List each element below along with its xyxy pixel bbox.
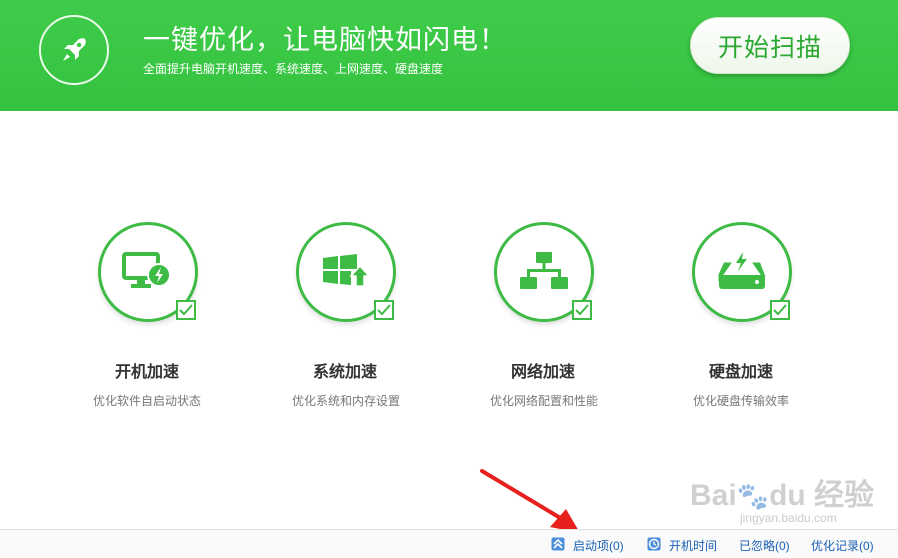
feature-title: 网络加速 bbox=[511, 364, 576, 381]
ignored-link[interactable]: 已忽略(0) bbox=[739, 537, 790, 554]
feature-desc: 优化系统和内存设置 bbox=[292, 394, 401, 408]
check-icon bbox=[179, 304, 193, 316]
optimize-history-link[interactable]: 优化记录(0) bbox=[811, 537, 874, 554]
feature-title: 系统加速 bbox=[313, 364, 378, 381]
feature-title: 开机加速 bbox=[115, 364, 180, 381]
boot-time-link[interactable]: 开机时间 bbox=[669, 537, 717, 554]
checkbox-checked[interactable] bbox=[572, 300, 592, 320]
feature-title: 硬盘加速 bbox=[709, 364, 774, 381]
feature-desc: 优化硬盘传输效率 bbox=[693, 394, 790, 408]
startup-items-link[interactable]: 启动项(0) bbox=[573, 537, 624, 554]
harddisk-bolt-icon bbox=[718, 252, 766, 289]
checkbox-checked[interactable] bbox=[374, 300, 394, 320]
headline: 一键优化，让电脑快如闪电！ bbox=[143, 25, 507, 55]
feature-desc: 优化网络配置和性能 bbox=[490, 394, 599, 408]
top-banner: 一键优化，让电脑快如闪电！ 全面提升电脑开机速度、系统速度、上网速度、硬盘速度 … bbox=[0, 0, 898, 111]
logo-circle bbox=[39, 15, 109, 85]
watermark-logo: Bai🐾du 经验 bbox=[690, 479, 875, 512]
check-icon bbox=[575, 304, 589, 316]
monitor-bolt-icon bbox=[122, 252, 171, 288]
feature-desc: 优化软件自启动状态 bbox=[93, 394, 202, 408]
checkbox-checked[interactable] bbox=[176, 300, 196, 320]
startup-icon bbox=[551, 537, 565, 551]
start-scan-button[interactable]: 开始扫描 bbox=[690, 17, 850, 74]
subheadline: 全面提升电脑开机速度、系统速度、上网速度、硬盘速度 bbox=[143, 62, 444, 76]
watermark-url: jingyan.baidu.com bbox=[740, 511, 837, 525]
checkbox-checked[interactable] bbox=[770, 300, 790, 320]
check-icon bbox=[377, 304, 391, 316]
clock-icon bbox=[647, 537, 661, 551]
network-icon bbox=[520, 252, 568, 289]
rocket-icon bbox=[63, 38, 86, 61]
check-icon bbox=[773, 304, 787, 316]
windows-up-icon bbox=[323, 254, 371, 287]
